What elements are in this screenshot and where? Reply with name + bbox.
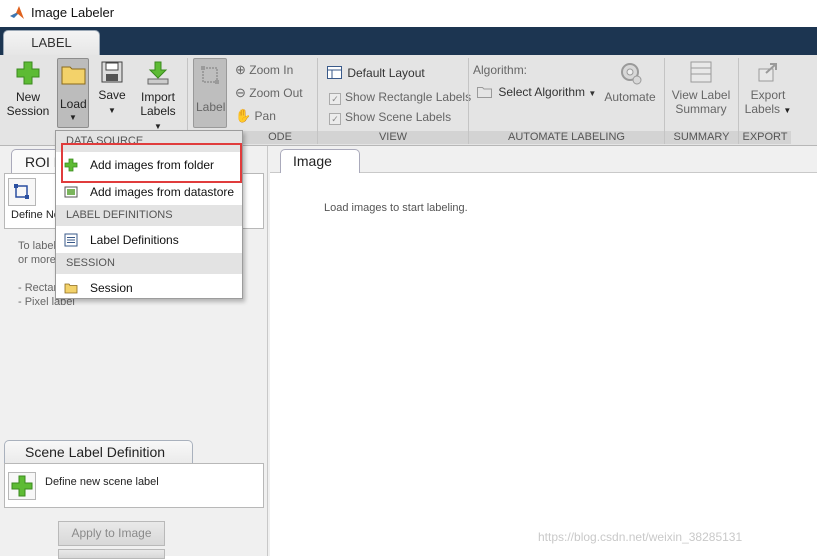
plus-icon bbox=[11, 475, 33, 497]
section-export: EXPORT bbox=[739, 131, 791, 144]
import-icon bbox=[147, 61, 169, 85]
zoom-out-label: Zoom Out bbox=[249, 86, 303, 100]
automate-gears-icon bbox=[621, 63, 642, 85]
hand-icon: ✋ bbox=[235, 108, 252, 123]
import-labels-button[interactable]: Import Labels ▼ bbox=[135, 60, 181, 134]
zoom-in-button[interactable]: ⊕ Zoom In bbox=[235, 62, 293, 78]
scene-label-box: Define new scene label bbox=[4, 463, 264, 508]
export-labels-label-1: Export bbox=[750, 88, 786, 102]
image-display bbox=[270, 172, 817, 557]
matlab-logo-icon bbox=[10, 6, 24, 19]
rectangle-roi-icon bbox=[201, 66, 219, 84]
import-labels-label-1: Import bbox=[140, 90, 175, 104]
tab-label[interactable]: LABEL bbox=[3, 30, 100, 55]
save-label: Save bbox=[98, 88, 126, 102]
new-session-button[interactable]: New Session bbox=[6, 60, 50, 118]
image-tab[interactable]: Image bbox=[280, 149, 360, 173]
save-button[interactable]: Save ▼ bbox=[96, 60, 128, 118]
export-labels-label-2: Labels bbox=[744, 102, 781, 116]
view-label-summary-label-2: Summary bbox=[675, 102, 727, 116]
section-mode: ODE bbox=[243, 131, 317, 144]
export-icon bbox=[758, 63, 777, 82]
add-images-datastore-label: Add images from datastore bbox=[90, 185, 235, 199]
roi-hint-1: To label bbox=[18, 240, 56, 252]
plus-icon bbox=[16, 61, 40, 85]
algorithm-label: Algorithm: bbox=[473, 63, 528, 77]
checkbox-checked-icon: ✓ bbox=[329, 113, 341, 125]
label-mode-label: Label bbox=[196, 100, 226, 114]
default-layout-label: Default Layout bbox=[347, 66, 425, 80]
apply-to-image-button[interactable]: Apply to Image bbox=[58, 521, 165, 546]
session-label: Session bbox=[90, 281, 133, 295]
chevron-down-icon: ▼ bbox=[783, 106, 792, 115]
folder-icon bbox=[61, 66, 86, 85]
title-bar: Image Labeler bbox=[0, 0, 817, 27]
chevron-down-icon: ▼ bbox=[588, 89, 597, 98]
section-summary: SUMMARY bbox=[665, 131, 738, 144]
automate-label: Automate bbox=[604, 90, 656, 104]
scene-label-definition-tab[interactable]: Scene Label Definition bbox=[4, 440, 193, 464]
menu-header-session: SESSION bbox=[56, 253, 242, 274]
default-layout-button[interactable]: Default Layout bbox=[327, 66, 425, 80]
import-labels-label-2: Labels bbox=[140, 104, 176, 118]
show-scene-labels-checkbox[interactable]: ✓ Show Scene Labels bbox=[329, 110, 451, 125]
list-icon bbox=[64, 233, 78, 247]
view-label-summary-button[interactable]: View Label Summary bbox=[670, 60, 732, 116]
label-mode-button[interactable]: Label bbox=[193, 58, 227, 128]
pan-label: Pan bbox=[254, 109, 276, 123]
new-session-label-1: New bbox=[15, 90, 40, 104]
window-title: Image Labeler bbox=[31, 5, 115, 20]
zoom-in-icon: ⊕ bbox=[235, 62, 246, 77]
checkbox-checked-icon: ✓ bbox=[329, 93, 341, 105]
view-label-summary-label-1: View Label bbox=[671, 88, 731, 102]
show-rect-labels-label: Show Rectangle Labels bbox=[345, 90, 472, 104]
zoom-out-button[interactable]: ⊖ Zoom Out bbox=[235, 85, 303, 101]
layout-icon bbox=[327, 66, 342, 79]
load-button[interactable]: Load ▼ bbox=[57, 58, 89, 128]
folder-icon bbox=[64, 283, 78, 294]
zoom-out-icon: ⊖ bbox=[235, 85, 246, 100]
menu-item-label-definitions[interactable]: Label Definitions bbox=[56, 228, 242, 252]
roi-hint-2: or more bbox=[18, 254, 56, 266]
label-definitions-label: Label Definitions bbox=[90, 233, 179, 247]
menu-item-add-images-datastore[interactable]: Add images from datastore bbox=[56, 180, 242, 204]
empty-state-message: Load images to start labeling. bbox=[324, 202, 468, 214]
chevron-down-icon: ▼ bbox=[69, 113, 77, 122]
roi-hint-bullet-rect: - Rectangle bbox=[18, 282, 58, 294]
rectangle-roi-icon bbox=[14, 184, 29, 199]
secondary-button[interactable] bbox=[58, 549, 165, 559]
highlight-box bbox=[61, 143, 242, 183]
select-algorithm-label: Select Algorithm bbox=[498, 85, 586, 99]
datastore-icon bbox=[64, 186, 78, 198]
menu-item-session[interactable]: Session bbox=[56, 276, 242, 300]
show-scene-labels-label: Show Scene Labels bbox=[345, 110, 452, 124]
define-new-scene-button[interactable] bbox=[8, 472, 36, 500]
load-label: Load bbox=[60, 97, 87, 111]
automate-button[interactable]: Automate bbox=[601, 60, 659, 104]
define-new-scene-label: Define new scene label bbox=[45, 476, 159, 488]
save-icon bbox=[101, 61, 123, 83]
menu-header-label-definitions: LABEL DEFINITIONS bbox=[56, 205, 242, 226]
folder-icon bbox=[477, 87, 492, 98]
watermark: https://blog.csdn.net/weixin_38285131 bbox=[538, 530, 743, 544]
zoom-in-label: Zoom In bbox=[249, 63, 294, 77]
summary-table-icon bbox=[690, 61, 712, 83]
new-session-label-2: Session bbox=[6, 104, 50, 118]
section-view: VIEW bbox=[318, 131, 468, 144]
export-labels-button[interactable]: Export Labels ▼ bbox=[742, 60, 794, 118]
define-new-roi-button[interactable] bbox=[8, 178, 36, 206]
pan-button[interactable]: ✋ Pan bbox=[235, 108, 276, 124]
tab-strip bbox=[0, 27, 817, 55]
select-algorithm-dropdown[interactable]: Select Algorithm ▼ bbox=[477, 85, 596, 99]
show-rectangle-labels-checkbox[interactable]: ✓ Show Rectangle Labels bbox=[329, 90, 471, 105]
chevron-down-icon: ▼ bbox=[108, 106, 116, 115]
section-automate-labeling: AUTOMATE LABELING bbox=[469, 131, 664, 144]
